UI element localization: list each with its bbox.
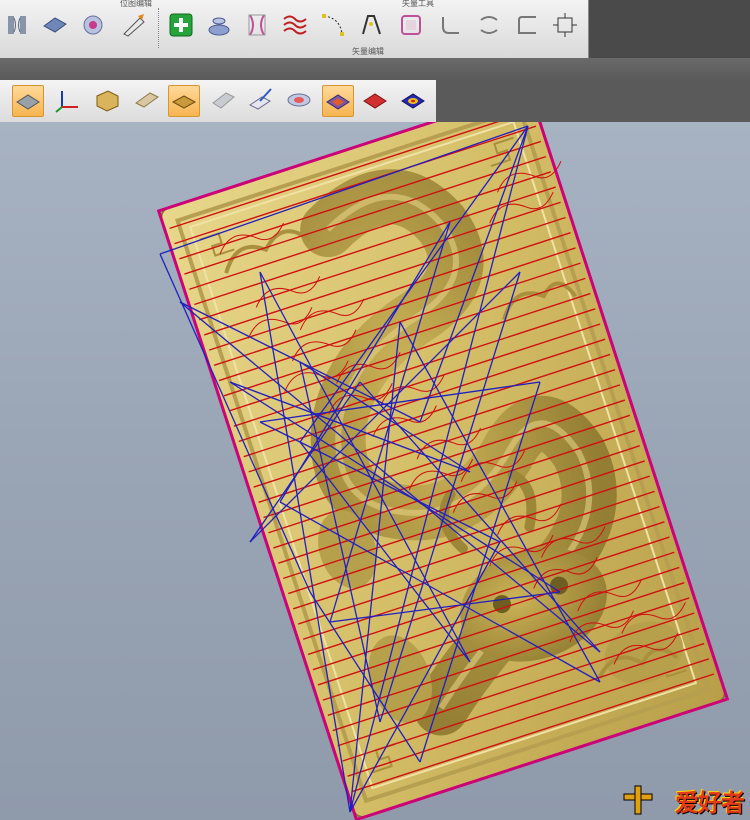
revolve-icon <box>208 17 230 36</box>
material-view-button[interactable] <box>168 85 200 117</box>
material-icon <box>171 95 197 109</box>
axis-icon <box>55 91 78 113</box>
pen-icon <box>123 14 145 37</box>
node-edit-icon <box>322 14 344 36</box>
bitmap-mirror-button[interactable] <box>2 10 32 40</box>
symmetry-icon <box>248 14 266 36</box>
mirror-icon <box>8 16 26 34</box>
trim-icon <box>362 15 381 35</box>
editing-toolbar: 位图编辑 矢量工具 矢量编辑 <box>0 0 589 59</box>
fillet-icon <box>442 17 459 34</box>
wave-button[interactable] <box>280 10 310 40</box>
color-map-button[interactable] <box>284 85 314 115</box>
arc-icon <box>480 16 498 34</box>
bounding-box-icon <box>553 13 577 37</box>
toolbar-strip <box>0 58 750 80</box>
toolbar-separator <box>158 8 159 48</box>
offset-button[interactable] <box>396 10 426 40</box>
revolve-button[interactable] <box>204 10 234 40</box>
trim-button[interactable] <box>356 10 386 40</box>
bounding-box-button[interactable] <box>550 10 580 40</box>
bitmap-pen-button[interactable] <box>118 10 148 40</box>
view-toolbar-empty-area <box>436 80 750 122</box>
toolpath-scene <box>156 122 730 820</box>
fillet-button[interactable] <box>436 10 466 40</box>
watermark-text: 爱好者 <box>675 789 745 817</box>
color-map-icon <box>287 93 311 107</box>
shaded-view-button[interactable] <box>12 85 44 117</box>
node-edit-button[interactable] <box>318 10 348 40</box>
plus-icon <box>169 13 193 37</box>
wave-icon <box>283 15 307 35</box>
corner-button[interactable] <box>512 10 542 40</box>
relief-layer-button[interactable] <box>132 85 162 115</box>
block-view-button[interactable] <box>92 85 122 115</box>
3d-viewport[interactable]: 爱好者 <box>0 122 750 820</box>
arc-button[interactable] <box>474 10 504 40</box>
logo-mark-icon <box>623 785 653 815</box>
heat-map-button[interactable] <box>398 85 428 115</box>
target-icon <box>83 15 103 35</box>
color-relief-view-button[interactable] <box>322 85 354 117</box>
vector-edit-group-label: 矢量编辑 <box>352 47 384 56</box>
gradient-plane-icon <box>326 94 350 110</box>
bitmap-surface-button[interactable] <box>40 10 70 40</box>
axis-button[interactable] <box>52 85 82 115</box>
bitmap-group-label: 位图编辑 <box>120 0 152 8</box>
bitmap-target-button[interactable] <box>78 10 108 40</box>
ghost-view-button[interactable] <box>208 85 238 115</box>
corner-icon <box>518 16 536 34</box>
red-plane-icon <box>363 93 387 109</box>
plane-icon <box>16 94 40 110</box>
heat-map-icon <box>401 93 425 109</box>
offset-icon <box>401 15 421 35</box>
add-vector-button[interactable] <box>166 10 196 40</box>
red-plane-button[interactable] <box>360 85 390 115</box>
vector-tools-group-label: 矢量工具 <box>402 0 434 8</box>
layer-icon <box>135 92 159 108</box>
view-toolbar <box>0 80 437 123</box>
brush-button[interactable] <box>246 85 276 115</box>
symmetry-button[interactable] <box>242 10 272 40</box>
ghost-icon <box>212 92 235 109</box>
brush-icon <box>249 88 272 110</box>
surface-icon <box>43 17 67 33</box>
block-icon <box>96 90 119 112</box>
